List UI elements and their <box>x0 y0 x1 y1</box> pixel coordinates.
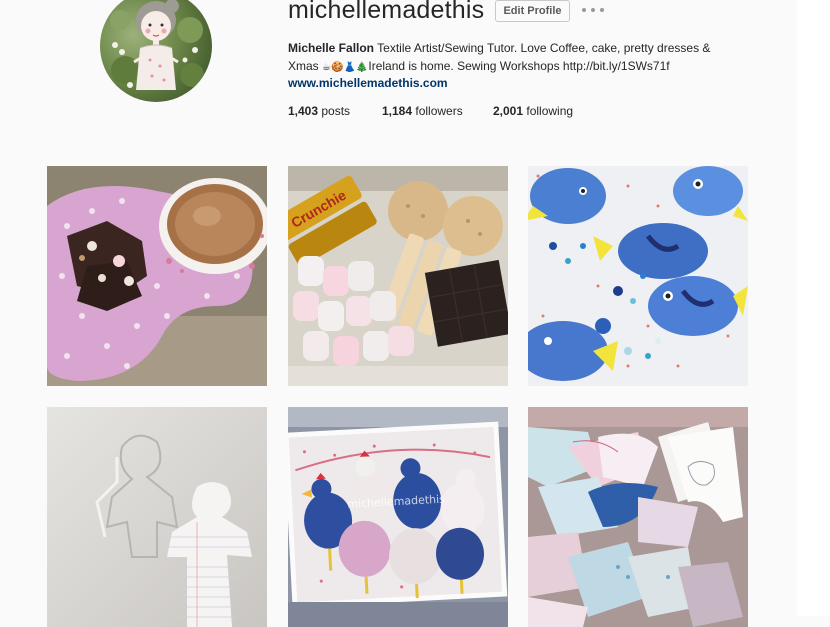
more-options-icon[interactable] <box>582 2 604 18</box>
following-label: following <box>526 104 574 118</box>
profile-full-name: Michelle Fallon <box>288 41 375 55</box>
profile-avatar[interactable] <box>100 0 212 102</box>
following-count: 2,001 <box>493 104 524 118</box>
page-edge <box>797 0 830 616</box>
profile-bio: Michelle Fallon Textile Artist/Sewing Tu… <box>288 39 738 77</box>
posts-stat: 1,403 posts <box>288 104 350 118</box>
post-image: Crunchie <box>288 166 508 386</box>
bio-line-2-prefix: Xmas <box>288 59 319 73</box>
dot-icon <box>582 8 586 12</box>
bio-line-2: Ireland is home. Sewing Workshops http:/… <box>368 59 670 73</box>
post-thumbnail-5[interactable]: michellemadethis <box>288 407 508 627</box>
post-thumbnail-4[interactable] <box>47 407 267 627</box>
followers-label: followers <box>415 104 463 118</box>
dot-icon <box>591 8 595 12</box>
following-stat[interactable]: 2,001 following <box>493 104 573 118</box>
profile-username: michellemadethis <box>288 0 485 24</box>
post-image <box>528 407 748 627</box>
post-image: michellemadethis <box>288 407 508 627</box>
post-image <box>47 407 267 627</box>
post-thumbnail-2[interactable]: Crunchie <box>288 166 508 386</box>
post-image <box>47 166 267 386</box>
bio-emojis: ☕🍪👗🎄 <box>322 62 369 73</box>
post-image <box>528 166 748 386</box>
post-thumbnail-6[interactable] <box>528 407 748 627</box>
avatar-illustration <box>110 0 204 90</box>
dot-icon <box>600 8 604 12</box>
profile-website-link[interactable]: www.michellemadethis.com <box>288 76 448 90</box>
followers-count: 1,184 <box>382 104 413 118</box>
post-thumbnail-1[interactable] <box>47 166 267 386</box>
edit-profile-button[interactable]: Edit Profile <box>495 0 570 22</box>
posts-count: 1,403 <box>288 104 319 118</box>
bio-line-1: Textile Artist/Sewing Tutor. Love Coffee… <box>377 41 711 55</box>
followers-stat[interactable]: 1,184 followers <box>382 104 463 118</box>
post-thumbnail-3[interactable] <box>528 166 748 386</box>
posts-label: posts <box>321 104 351 118</box>
